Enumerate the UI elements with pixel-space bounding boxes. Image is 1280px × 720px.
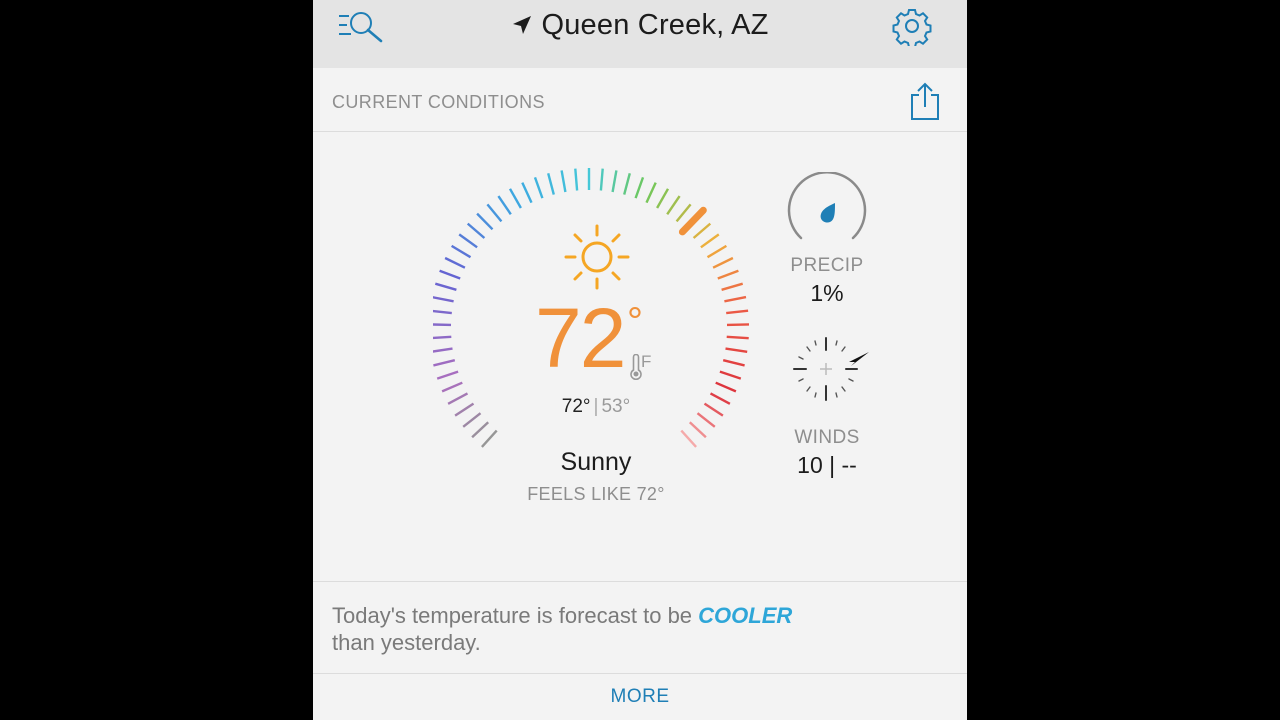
gauge-tick xyxy=(434,282,457,291)
gauge-tick xyxy=(436,370,459,380)
gauge-tick xyxy=(486,203,503,223)
gauge-tick xyxy=(700,233,720,249)
forecast-note: Today's temperature is forecast to be CO… xyxy=(313,581,967,674)
share-icon xyxy=(911,82,939,120)
gauge-tick xyxy=(706,244,728,259)
gauge-tick xyxy=(433,309,452,315)
high-low-separator: | xyxy=(593,396,599,417)
gauge-tick xyxy=(444,256,466,269)
winds-label: WINDS xyxy=(794,427,860,448)
gauge-tick xyxy=(715,381,737,393)
high-temperature: 72° xyxy=(561,396,591,417)
gauge-tick xyxy=(696,412,716,428)
precip-value: 1% xyxy=(810,280,844,306)
weather-app-screen: Queen Creek, AZ CURRENT CONDITIONS 72 ° … xyxy=(313,0,967,720)
gauge-tick xyxy=(560,170,567,193)
gauge-tick xyxy=(599,168,604,191)
sun-icon xyxy=(564,224,630,290)
gauge-tick xyxy=(709,392,731,405)
gauge-tick xyxy=(466,222,486,239)
gauge-tick xyxy=(703,402,724,417)
gauge-tick xyxy=(433,359,456,367)
gauge-tick xyxy=(447,392,469,405)
gauge-tick xyxy=(712,256,734,269)
gauge-tick xyxy=(497,195,512,215)
section-title: CURRENT CONDITIONS xyxy=(332,92,545,112)
gauge-tick xyxy=(726,323,750,327)
forecast-note-highlight: COOLER xyxy=(698,603,793,628)
gauge-tick xyxy=(680,429,697,448)
gauge-tick xyxy=(454,402,475,417)
location-name: Queen Creek, AZ xyxy=(541,8,769,41)
menu-search-icon xyxy=(339,12,383,43)
gauge-tick xyxy=(724,295,747,303)
gauge-tick xyxy=(433,347,453,353)
section-header: CURRENT CONDITIONS xyxy=(313,68,967,132)
gauge-tick xyxy=(717,269,739,280)
gauge-tick xyxy=(688,421,707,439)
feels-like-text: FEELS LIKE 72° xyxy=(527,484,665,504)
gauge-tick xyxy=(508,188,522,209)
more-button[interactable]: MORE xyxy=(565,686,715,714)
gauge-tick xyxy=(471,421,490,439)
gauge-tick xyxy=(450,244,472,259)
temperature-unit: F xyxy=(641,352,652,371)
forecast-note-suffix: than yesterday. xyxy=(332,630,481,655)
menu-search-button[interactable] xyxy=(337,8,389,44)
forecast-note-prefix: Today's temperature is forecast to be xyxy=(332,603,693,628)
gauge-tick xyxy=(439,269,461,280)
gauge-tick xyxy=(725,347,748,353)
gauge-tick xyxy=(623,172,631,195)
gauge-tick xyxy=(611,170,618,193)
gauge-tick xyxy=(634,176,645,199)
gauge-tick xyxy=(692,222,712,239)
gauge-tick xyxy=(458,233,478,249)
high-low-temperatures: 72° | 53° xyxy=(513,396,679,418)
gauge-tick xyxy=(722,359,745,367)
wind-compass-icon xyxy=(793,337,869,401)
gauge-tick xyxy=(574,168,579,191)
top-bar: Queen Creek, AZ xyxy=(313,0,967,68)
location-selector[interactable]: Queen Creek, AZ xyxy=(503,6,777,44)
gauge-tick xyxy=(462,412,482,428)
gauge-current-marker xyxy=(678,206,707,236)
gear-icon xyxy=(892,9,932,48)
gauge-tick xyxy=(719,370,742,380)
gauge-tick xyxy=(441,381,463,393)
current-temperature: 72 xyxy=(535,291,626,385)
gauge-tick xyxy=(481,429,498,448)
gauge-tick xyxy=(675,203,692,223)
winds-value: 10 | -- xyxy=(797,452,857,478)
location-arrow-icon xyxy=(513,16,532,34)
gauge-tick xyxy=(433,323,452,327)
gauge-tick xyxy=(547,172,555,195)
settings-button[interactable] xyxy=(892,6,932,48)
gauge-tick xyxy=(726,335,749,340)
gauge-tick xyxy=(666,195,681,215)
gauge-tick xyxy=(433,335,452,340)
precip-label: PRECIP xyxy=(790,255,864,276)
gauge-tick xyxy=(645,182,657,204)
raindrop-icon xyxy=(787,172,867,240)
condition-text: Sunny xyxy=(560,448,632,476)
gauge-tick xyxy=(533,176,544,199)
gauge-tick xyxy=(433,296,454,303)
gauge-tick xyxy=(521,182,533,204)
gauge-tick xyxy=(721,282,744,291)
low-temperature: 53° xyxy=(601,396,631,417)
forecast-note-text: Today's temperature is forecast to be CO… xyxy=(332,602,932,656)
share-button[interactable] xyxy=(907,80,943,122)
temperature-degree: ° xyxy=(627,300,643,344)
gauge-tick xyxy=(726,309,749,315)
gauge-tick xyxy=(656,188,670,209)
gauge-tick xyxy=(476,212,494,231)
